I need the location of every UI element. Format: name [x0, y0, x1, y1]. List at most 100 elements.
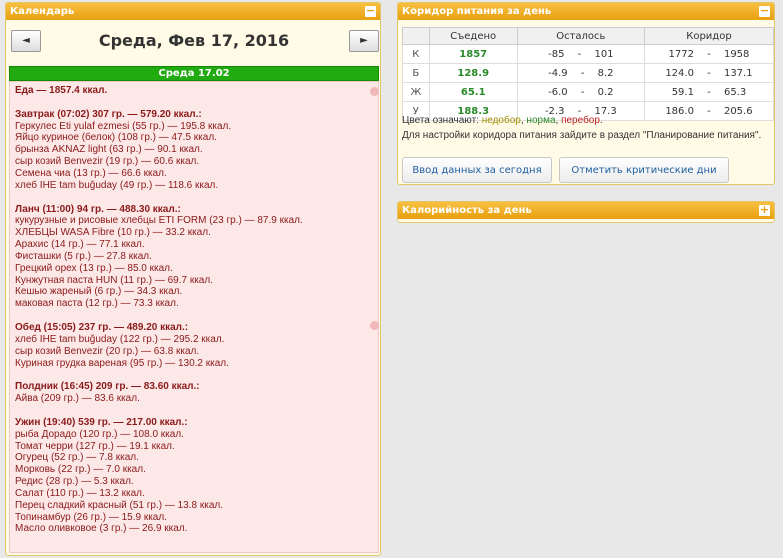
collapse-icon[interactable]: −	[365, 5, 376, 17]
next-day-button[interactable]: ►	[349, 30, 379, 52]
table-row: К 1857 -85-101 1772-1958	[402, 44, 775, 64]
apple-icon[interactable]	[370, 87, 379, 96]
remaining-range: -4.9-8.2	[516, 63, 645, 83]
cor-max: 65.3	[723, 86, 747, 98]
dash: -	[707, 105, 711, 117]
critical-days-button[interactable]: Отметить критические дни	[559, 157, 729, 183]
corridor-range: 186.0 -205.6	[643, 101, 775, 121]
corridor-panel: Коридор питания за день − Съедено Остало…	[397, 2, 775, 185]
dash: -	[707, 67, 711, 79]
calories-panel: Калорийность за день +	[397, 201, 775, 223]
corridor-range: 124.0 -137.1	[643, 63, 775, 83]
corridor-header: Коридор питания за день −	[398, 3, 774, 20]
food-item: хлеб IHE tam buğuday (122 гр.) — 295.2 к…	[15, 333, 225, 345]
eaten-value: 65.1	[428, 82, 518, 102]
food-item: Томат черри (127 гр.) — 19.1 ккал.	[15, 440, 175, 452]
corridor-title: Коридор питания за день	[402, 6, 552, 17]
table-header: Осталось	[516, 27, 645, 45]
food-item: Кунжутная паста HUN (11 гр.) — 69.7 ккал…	[15, 274, 213, 286]
food-item: Огурец (52 гр.) — 7.8 ккал.	[15, 452, 139, 464]
dash: -	[707, 48, 711, 60]
calendar-title: Календарь	[10, 6, 75, 17]
cor-max: 205.6	[723, 105, 753, 117]
legend-under: недобор	[481, 115, 521, 126]
rem-max: 8.2	[597, 67, 614, 79]
food-item: брынза AKNAZ light (63 гр.) — 90.1 ккал.	[15, 144, 203, 156]
corridor-range: 1772 -1958	[643, 44, 775, 64]
food-item: Геркулес Eti yulaf ezmesi (55 гр.) — 195…	[15, 120, 232, 132]
legend-prefix: Цвета означают:	[402, 115, 482, 126]
day-bar: Среда 17.02	[9, 66, 379, 81]
remaining-range: -6.0-0.2	[516, 82, 645, 102]
meal-header: Обед (15:05) 237 гр. — 489.20 ккал.:	[15, 322, 189, 333]
dash: -	[580, 67, 585, 79]
food-item: Фисташки (5 гр.) — 27.8 ккал.	[15, 250, 152, 262]
food-item: рыба Дорадо (120 гр.) — 108.0 ккал.	[15, 428, 184, 440]
meal-header: Завтрак (07:02) 307 гр. — 579.20 ккал.:	[15, 108, 202, 120]
color-legend: Цвета означают: недобор, норма, перебор.	[402, 115, 603, 126]
nutrient-label: Ж	[402, 82, 430, 102]
cor-max: 137.1	[723, 67, 753, 79]
cor-min: 186.0	[665, 105, 694, 117]
cor-max: 1958	[723, 48, 750, 60]
food-item: маковая паста (12 гр.) — 73.3 ккал.	[15, 298, 179, 310]
food-item: Перец сладкий красный (51 гр.) — 13.8 кк…	[15, 499, 223, 511]
rem-min: -6.0	[548, 86, 568, 98]
food-item: Грецкий орех (13 гр.) — 85.0 ккал.	[15, 262, 173, 274]
legend-over: перебор	[561, 115, 600, 126]
food-item: Кешью жареный (6 гр.) — 34.3 ккал.	[15, 286, 183, 298]
expand-icon[interactable]: +	[759, 204, 770, 216]
food-item: Куриная грудка вареная (95 гр.) — 130.2 …	[15, 357, 229, 369]
food-item: Топинамбур (26 гр.) — 15.9 ккал.	[15, 511, 167, 523]
calories-title: Калорийность за день	[402, 205, 532, 216]
nutrient-label: К	[402, 44, 430, 64]
table-header: Съедено	[428, 27, 518, 45]
food-item: хлеб IHE tam buğuday (49 гр.) — 118.6 кк…	[15, 179, 219, 191]
meal-header: Ланч (11:00) 94 гр. — 488.30 ккал.:	[15, 203, 181, 215]
meal-header: Еда — 1857.4 ккал.	[15, 85, 108, 96]
corridor-info: Для настройки коридора питания зайдите в…	[402, 130, 762, 141]
food-item: ХЛЕБЦЫ WASA Fibre (10 гр.) — 33.2 ккал.	[15, 227, 211, 239]
cor-min: 124.0	[665, 67, 694, 79]
food-item: кукурузные и рисовые хлебцы ETI FORM (23…	[15, 215, 303, 227]
calendar-header: Календарь −	[6, 3, 380, 20]
cor-min: 59.1	[671, 86, 694, 98]
apple-icon[interactable]	[370, 321, 379, 330]
food-item: сыр козий Benvezir (20 гр.) — 63.8 ккал.	[15, 345, 200, 357]
cor-min: 1772	[668, 48, 694, 60]
rem-min: -4.9	[548, 67, 568, 79]
food-item: Масло оливковое (3 гр.) — 26.9 ккал.	[15, 523, 188, 535]
food-item: Салат (110 гр.) — 13.2 ккал.	[15, 487, 145, 499]
corridor-range: 59.1 -65.3	[643, 82, 775, 102]
food-item: Редис (28 гр.) — 5.3 ккал.	[15, 476, 134, 488]
food-item: Яйцо куриное (белок) (108 гр.) — 47.5 кк…	[15, 132, 217, 144]
rem-max: 0.2	[597, 86, 614, 98]
table-header	[402, 27, 430, 45]
legend-norm: норма	[526, 115, 556, 126]
meal-header: Ужин (19:40) 539 гр. — 217.00 ккал.:	[15, 416, 188, 428]
food-item: Арахис (14 гр.) — 77.1 ккал.	[15, 239, 145, 251]
corridor-table: Съедено Осталось Коридор К 1857 -85-101 177…	[402, 27, 775, 121]
nutrient-label: Б	[402, 63, 430, 83]
dash: -	[580, 86, 585, 98]
table-header: Коридор	[643, 27, 775, 45]
food-item: Семена чиа (13 гр.) — 66.6 ккал.	[15, 167, 167, 179]
collapse-icon[interactable]: −	[759, 5, 770, 17]
prev-day-button[interactable]: ◄	[11, 30, 41, 52]
meal-header: Полдник (16:45) 209 гр. — 83.60 ккал.:	[15, 381, 200, 393]
food-item: сыр козий Benvezir (19 гр.) — 60.6 ккал.	[15, 156, 200, 168]
dash: -	[577, 48, 582, 60]
calories-header[interactable]: Калорийность за день +	[398, 202, 774, 219]
dash: -	[707, 86, 711, 98]
calendar-panel: Календарь − ◄ Среда, Фев 17, 2016 ► Сред…	[5, 2, 381, 556]
food-item: Морковь (22 гр.) — 7.0 ккал.	[15, 464, 146, 476]
table-row: Ж 65.1 -6.0-0.2 59.1-65.3	[402, 82, 775, 102]
rem-min: -85	[548, 48, 565, 60]
legend-end: .	[599, 115, 603, 126]
current-date: Среда, Фев 17, 2016	[98, 31, 290, 50]
input-today-button[interactable]: Ввод данных за сегодня	[402, 157, 552, 183]
eaten-value: 128.9	[428, 63, 518, 83]
table-row: Б 128.9 -4.9-8.2 124.0-137.1	[402, 63, 775, 83]
eaten-value: 1857	[428, 44, 518, 64]
food-diary: Еда — 1857.4 ккал. Завтрак (07:02) 307 гр…	[9, 81, 379, 553]
